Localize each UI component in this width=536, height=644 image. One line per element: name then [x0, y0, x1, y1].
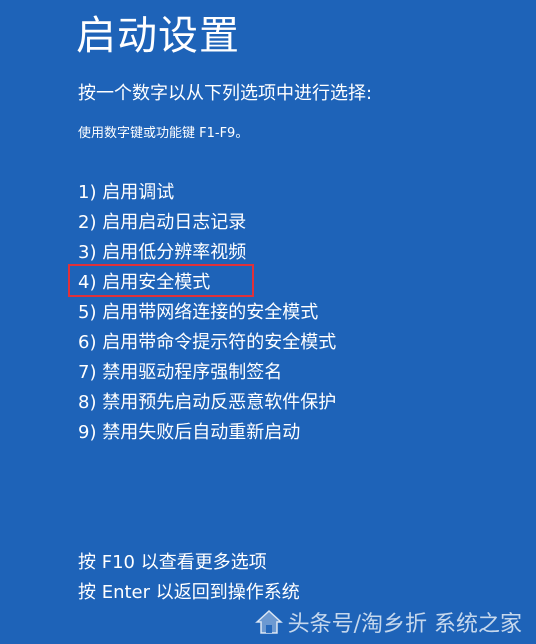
return-to-os-link[interactable]: 按 Enter 以返回到操作系统 — [78, 578, 300, 608]
option-enable-safe-mode-networking[interactable]: 5) 启用带网络连接的安全模式 — [78, 298, 336, 328]
option-enable-boot-logging[interactable]: 2) 启用启动日志记录 — [78, 208, 336, 238]
page-title: 启动设置 — [76, 13, 240, 59]
option-disable-driver-signature-enforcement[interactable]: 7) 禁用驱动程序强制签名 — [78, 358, 336, 388]
option-enable-low-resolution-video[interactable]: 3) 启用低分辨率视频 — [78, 238, 336, 268]
selection-prompt: 按一个数字以从下列选项中进行选择: — [78, 83, 373, 104]
watermark: 头条号/淘乡折 系统之家 — [254, 606, 522, 638]
option-enable-safe-mode-command-prompt[interactable]: 6) 启用带命令提示符的安全模式 — [78, 328, 336, 358]
startup-options-list: 1) 启用调试 2) 启用启动日志记录 3) 启用低分辨率视频 4) 启用安全模… — [78, 178, 336, 448]
option-enable-safe-mode[interactable]: 4) 启用安全模式 — [78, 268, 336, 298]
option-enable-debugging[interactable]: 1) 启用调试 — [78, 178, 336, 208]
keyboard-hint: 使用数字键或功能键 F1-F9。 — [78, 126, 249, 141]
option-disable-early-launch-antimalware[interactable]: 8) 禁用预先启动反恶意软件保护 — [78, 388, 336, 418]
watermark-text: 头条号/淘乡折 系统之家 — [287, 612, 522, 637]
more-options-link[interactable]: 按 F10 以查看更多选项 — [78, 548, 300, 578]
footer-instructions: 按 F10 以查看更多选项 按 Enter 以返回到操作系统 — [78, 548, 300, 608]
option-disable-auto-restart[interactable]: 9) 禁用失败后自动重新启动 — [78, 418, 336, 448]
house-logo-icon — [254, 609, 283, 634]
